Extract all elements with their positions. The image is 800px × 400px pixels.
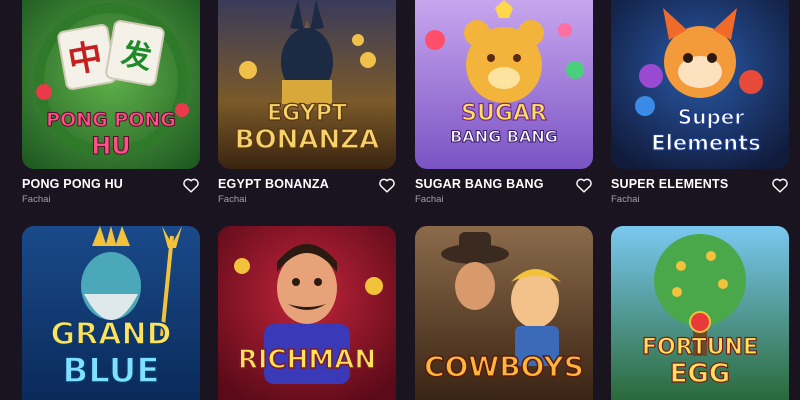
game-thumbnail[interactable]: RICHMAN bbox=[218, 226, 396, 400]
art-text: EGYPT bbox=[267, 101, 347, 126]
egypt-bonanza-art: EGYPT BONANZA bbox=[218, 0, 396, 169]
fortune-egg-art: FORTUNE EGG bbox=[611, 226, 789, 400]
art-text: PONG PONG bbox=[46, 109, 176, 131]
art-glyph: 中 bbox=[65, 36, 105, 81]
game-provider: Fachai bbox=[22, 194, 51, 205]
art-text: RICHMAN bbox=[238, 345, 376, 375]
game-title[interactable]: SUPER ELEMENTS bbox=[611, 177, 728, 191]
heart-outline-icon[interactable] bbox=[378, 177, 396, 193]
game-thumbnail[interactable]: 中 发 PONG PONG HU bbox=[22, 0, 200, 169]
art-text: FORTUNE bbox=[642, 335, 758, 360]
art-text: EGG bbox=[670, 359, 730, 389]
game-meta: SUPER ELEMENTS Fachai bbox=[611, 177, 789, 217]
game-provider: Fachai bbox=[218, 194, 247, 205]
heart-outline-icon[interactable] bbox=[182, 177, 200, 193]
heart-outline-icon[interactable] bbox=[575, 177, 593, 193]
game-thumbnail[interactable]: SUGAR BANG BANG bbox=[415, 0, 593, 169]
game-thumbnail[interactable]: Super Elements bbox=[611, 0, 789, 169]
game-thumbnail[interactable]: COWBOYS bbox=[415, 226, 593, 400]
game-meta: PONG PONG HU Fachai bbox=[22, 177, 200, 217]
game-meta: EGYPT BONANZA Fachai bbox=[218, 177, 396, 217]
game-thumbnail[interactable]: GRAND BLUE bbox=[22, 226, 200, 400]
game-thumbnail[interactable]: EGYPT BONANZA bbox=[218, 0, 396, 169]
art-glyph: 发 bbox=[118, 36, 155, 76]
art-text: GRAND bbox=[51, 317, 172, 352]
super-elements-art: Super Elements bbox=[611, 0, 789, 169]
game-title[interactable]: SUGAR BANG BANG bbox=[415, 177, 544, 191]
art-text: Super bbox=[678, 105, 745, 129]
sugar-bang-bang-art: SUGAR BANG BANG bbox=[415, 0, 593, 169]
art-text: BANG BANG bbox=[450, 127, 558, 146]
game-title[interactable]: PONG PONG HU bbox=[22, 177, 123, 191]
art-text: BLUE bbox=[62, 351, 159, 391]
cowboys-art: COWBOYS bbox=[415, 226, 593, 400]
game-provider: Fachai bbox=[611, 194, 640, 205]
art-text: HU bbox=[91, 132, 131, 160]
richman-art: RICHMAN bbox=[218, 226, 396, 400]
grand-blue-art: GRAND BLUE bbox=[22, 226, 200, 400]
game-provider: Fachai bbox=[415, 194, 444, 205]
art-text: BONANZA bbox=[235, 125, 380, 155]
heart-outline-icon[interactable] bbox=[771, 177, 789, 193]
art-text: Elements bbox=[651, 131, 760, 155]
pong-pong-hu-art: 中 发 PONG PONG HU bbox=[22, 0, 200, 169]
art-text: SUGAR bbox=[461, 101, 547, 126]
game-title[interactable]: EGYPT BONANZA bbox=[218, 177, 329, 191]
art-text: COWBOYS bbox=[424, 350, 584, 383]
game-thumbnail[interactable]: FORTUNE EGG bbox=[611, 226, 789, 400]
game-meta: SUGAR BANG BANG Fachai bbox=[415, 177, 593, 217]
